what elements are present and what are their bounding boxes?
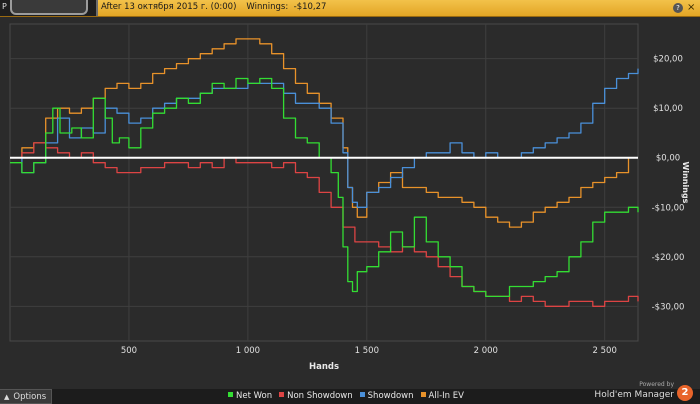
x-tick-label: 2 000 bbox=[474, 346, 498, 356]
plot-area bbox=[9, 23, 639, 342]
winnings-graph: 500 1 000 1 500 2 000 2 500 $20,00 $10,00 $0,00… bbox=[9, 23, 690, 372]
legend-item-showdown[interactable]: Showdown bbox=[359, 391, 414, 401]
filter-period: After 13 октября 2015 г. (0:00) bbox=[101, 2, 237, 12]
legend-label: Net Won bbox=[236, 391, 273, 401]
y-tick-label: -$30,00 bbox=[652, 302, 685, 312]
legend-swatch-icon bbox=[359, 392, 365, 397]
title-bar: P After 13 октября 2015 г. (0:00) Winning… bbox=[0, 0, 700, 17]
legend-item-net-won[interactable]: Net Won bbox=[228, 391, 272, 401]
x-tick-label: 1 500 bbox=[355, 346, 379, 356]
y-axis-label: Winnings bbox=[681, 162, 690, 204]
legend-label: Showdown bbox=[367, 391, 414, 401]
legend-swatch-icon bbox=[279, 392, 285, 397]
y-tick-label: $20,00 bbox=[653, 55, 683, 65]
x-tick-label: 1 000 bbox=[236, 346, 260, 356]
x-tick-label: 500 bbox=[121, 346, 137, 356]
caret-up-icon: ▲ bbox=[4, 393, 10, 401]
y-tick-label: $10,00 bbox=[653, 104, 683, 114]
legend-label: All-In EV bbox=[428, 391, 464, 401]
clock-icon bbox=[10, 0, 88, 15]
legend-label: Non Showdown bbox=[287, 391, 353, 401]
legend-swatch-icon bbox=[420, 392, 426, 397]
legend-item-non-showdown[interactable]: Non Showdown bbox=[279, 391, 353, 401]
powered-by-text: Powered by bbox=[639, 381, 674, 388]
y-tick-label: $0,00 bbox=[656, 154, 680, 164]
brand-logo-icon: 2 bbox=[677, 385, 693, 401]
y-tick-label: -$20,00 bbox=[652, 253, 685, 263]
winnings-value: -$10,27 bbox=[293, 2, 327, 12]
session-badge[interactable]: P bbox=[0, 0, 98, 16]
y-tick-label: -$10,00 bbox=[652, 203, 685, 213]
legend-item-all-in-ev[interactable]: All-In EV bbox=[420, 391, 464, 401]
brand-name: Hold'em Manager bbox=[594, 390, 674, 400]
x-axis-label: Hands bbox=[309, 362, 339, 372]
help-icon[interactable]: ? bbox=[673, 3, 683, 13]
tab-letter: P bbox=[2, 2, 7, 11]
x-tick-label: 2 500 bbox=[593, 346, 617, 356]
legend-swatch-icon bbox=[228, 392, 233, 397]
window-title: After 13 октября 2015 г. (0:00) Winnings:… bbox=[101, 2, 326, 12]
close-icon[interactable]: × bbox=[687, 2, 695, 14]
options-button[interactable]: ▲ Options bbox=[0, 389, 52, 404]
winnings-label: Winnings: bbox=[246, 2, 289, 12]
chart-legend: Net Won Non Showdown Showdown All-In EV bbox=[228, 391, 471, 401]
options-label: Options bbox=[13, 392, 47, 402]
